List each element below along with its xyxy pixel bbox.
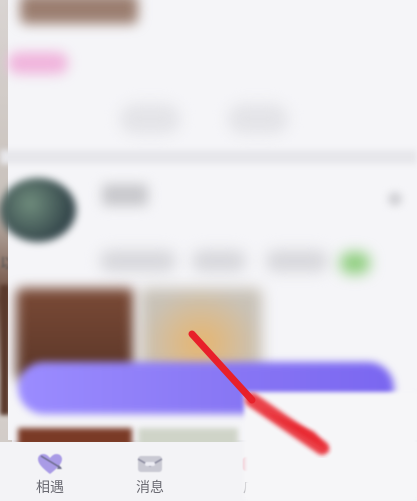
overlay-panel xyxy=(244,392,417,501)
section-divider xyxy=(0,150,417,164)
profile-tag-green xyxy=(340,252,370,274)
message-icon xyxy=(137,456,163,472)
profile-tag xyxy=(192,250,246,272)
profile-tag xyxy=(100,250,176,272)
user-name xyxy=(102,184,148,206)
left-action-button[interactable] xyxy=(120,104,180,134)
tab-encounter-label: 相遇 xyxy=(36,480,64,496)
tab-encounter[interactable]: 相遇 xyxy=(20,442,80,501)
tab-messages[interactable]: 消息 xyxy=(120,442,180,501)
top-photo-thumbnail xyxy=(20,0,138,24)
pink-tag-badge xyxy=(8,52,68,74)
profile-tag xyxy=(266,250,328,272)
more-options-icon[interactable] xyxy=(388,192,402,206)
avatar[interactable] xyxy=(0,178,76,242)
tab-messages-label: 消息 xyxy=(136,480,164,496)
heart-arrow-icon xyxy=(38,454,62,474)
app-screen: 以 相遇 消息 xyxy=(0,0,417,501)
right-action-button[interactable] xyxy=(228,104,288,134)
